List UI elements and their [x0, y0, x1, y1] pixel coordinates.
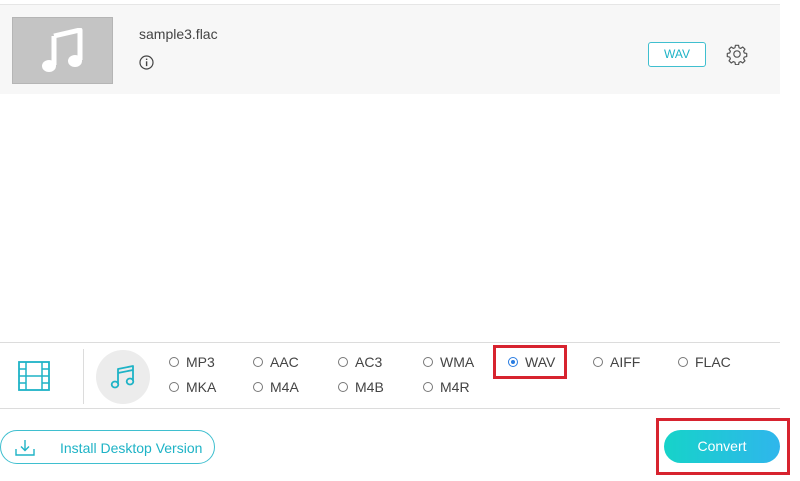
radio-button[interactable]	[169, 357, 179, 367]
format-option-m4b[interactable]: M4B	[338, 378, 384, 396]
format-option-ac3[interactable]: AC3	[338, 353, 382, 371]
audio-tab[interactable]	[96, 350, 150, 404]
music-note-icon	[41, 27, 82, 72]
file-row: sample3.flac WAV	[0, 4, 780, 94]
format-option-aiff[interactable]: AIFF	[593, 353, 640, 371]
info-icon[interactable]	[139, 55, 154, 70]
format-option-wma[interactable]: WMA	[423, 353, 474, 371]
format-selector-bar: MP3 AAC AC3 WMA WAV AIFF FLAC MKA M4A M4…	[0, 342, 780, 409]
file-name: sample3.flac	[139, 26, 218, 42]
format-option-label: AC3	[355, 354, 383, 370]
format-option-mka[interactable]: MKA	[169, 378, 216, 396]
format-option-label: MP3	[186, 354, 215, 370]
download-icon	[15, 440, 35, 456]
radio-button[interactable]	[338, 357, 348, 367]
format-option-mp3[interactable]: MP3	[169, 353, 215, 371]
format-option-label: M4B	[355, 379, 384, 395]
format-option-m4r[interactable]: M4R	[423, 378, 470, 396]
format-option-aac[interactable]: AAC	[253, 353, 299, 371]
format-option-label: FLAC	[695, 354, 731, 370]
install-desktop-label: Install Desktop Version	[60, 440, 203, 456]
radio-button[interactable]	[423, 382, 433, 392]
format-option-label: AIFF	[610, 354, 641, 370]
tab-divider	[83, 349, 84, 404]
format-option-flac[interactable]: FLAC	[678, 353, 731, 371]
convert-highlight-box	[656, 418, 790, 475]
radio-button[interactable]	[593, 357, 603, 367]
radio-button[interactable]	[678, 357, 688, 367]
radio-button[interactable]	[338, 382, 348, 392]
radio-button[interactable]	[253, 357, 263, 367]
radio-button[interactable]	[423, 357, 433, 367]
video-film-icon[interactable]	[17, 359, 51, 393]
radio-button[interactable]	[253, 382, 263, 392]
format-option-m4a[interactable]: M4A	[253, 378, 299, 396]
install-desktop-button[interactable]: Install Desktop Version	[0, 430, 215, 464]
wav-highlight-box	[493, 345, 567, 379]
format-option-label: WMA	[440, 354, 475, 370]
radio-button[interactable]	[169, 382, 179, 392]
music-note-icon	[110, 365, 135, 389]
format-option-label: AAC	[270, 354, 299, 370]
format-option-label: M4A	[270, 379, 299, 395]
format-option-label: M4R	[440, 379, 470, 395]
output-format-button[interactable]: WAV	[648, 42, 706, 67]
gear-icon[interactable]	[726, 43, 748, 65]
file-thumbnail	[12, 17, 113, 84]
format-option-label: MKA	[186, 379, 217, 395]
